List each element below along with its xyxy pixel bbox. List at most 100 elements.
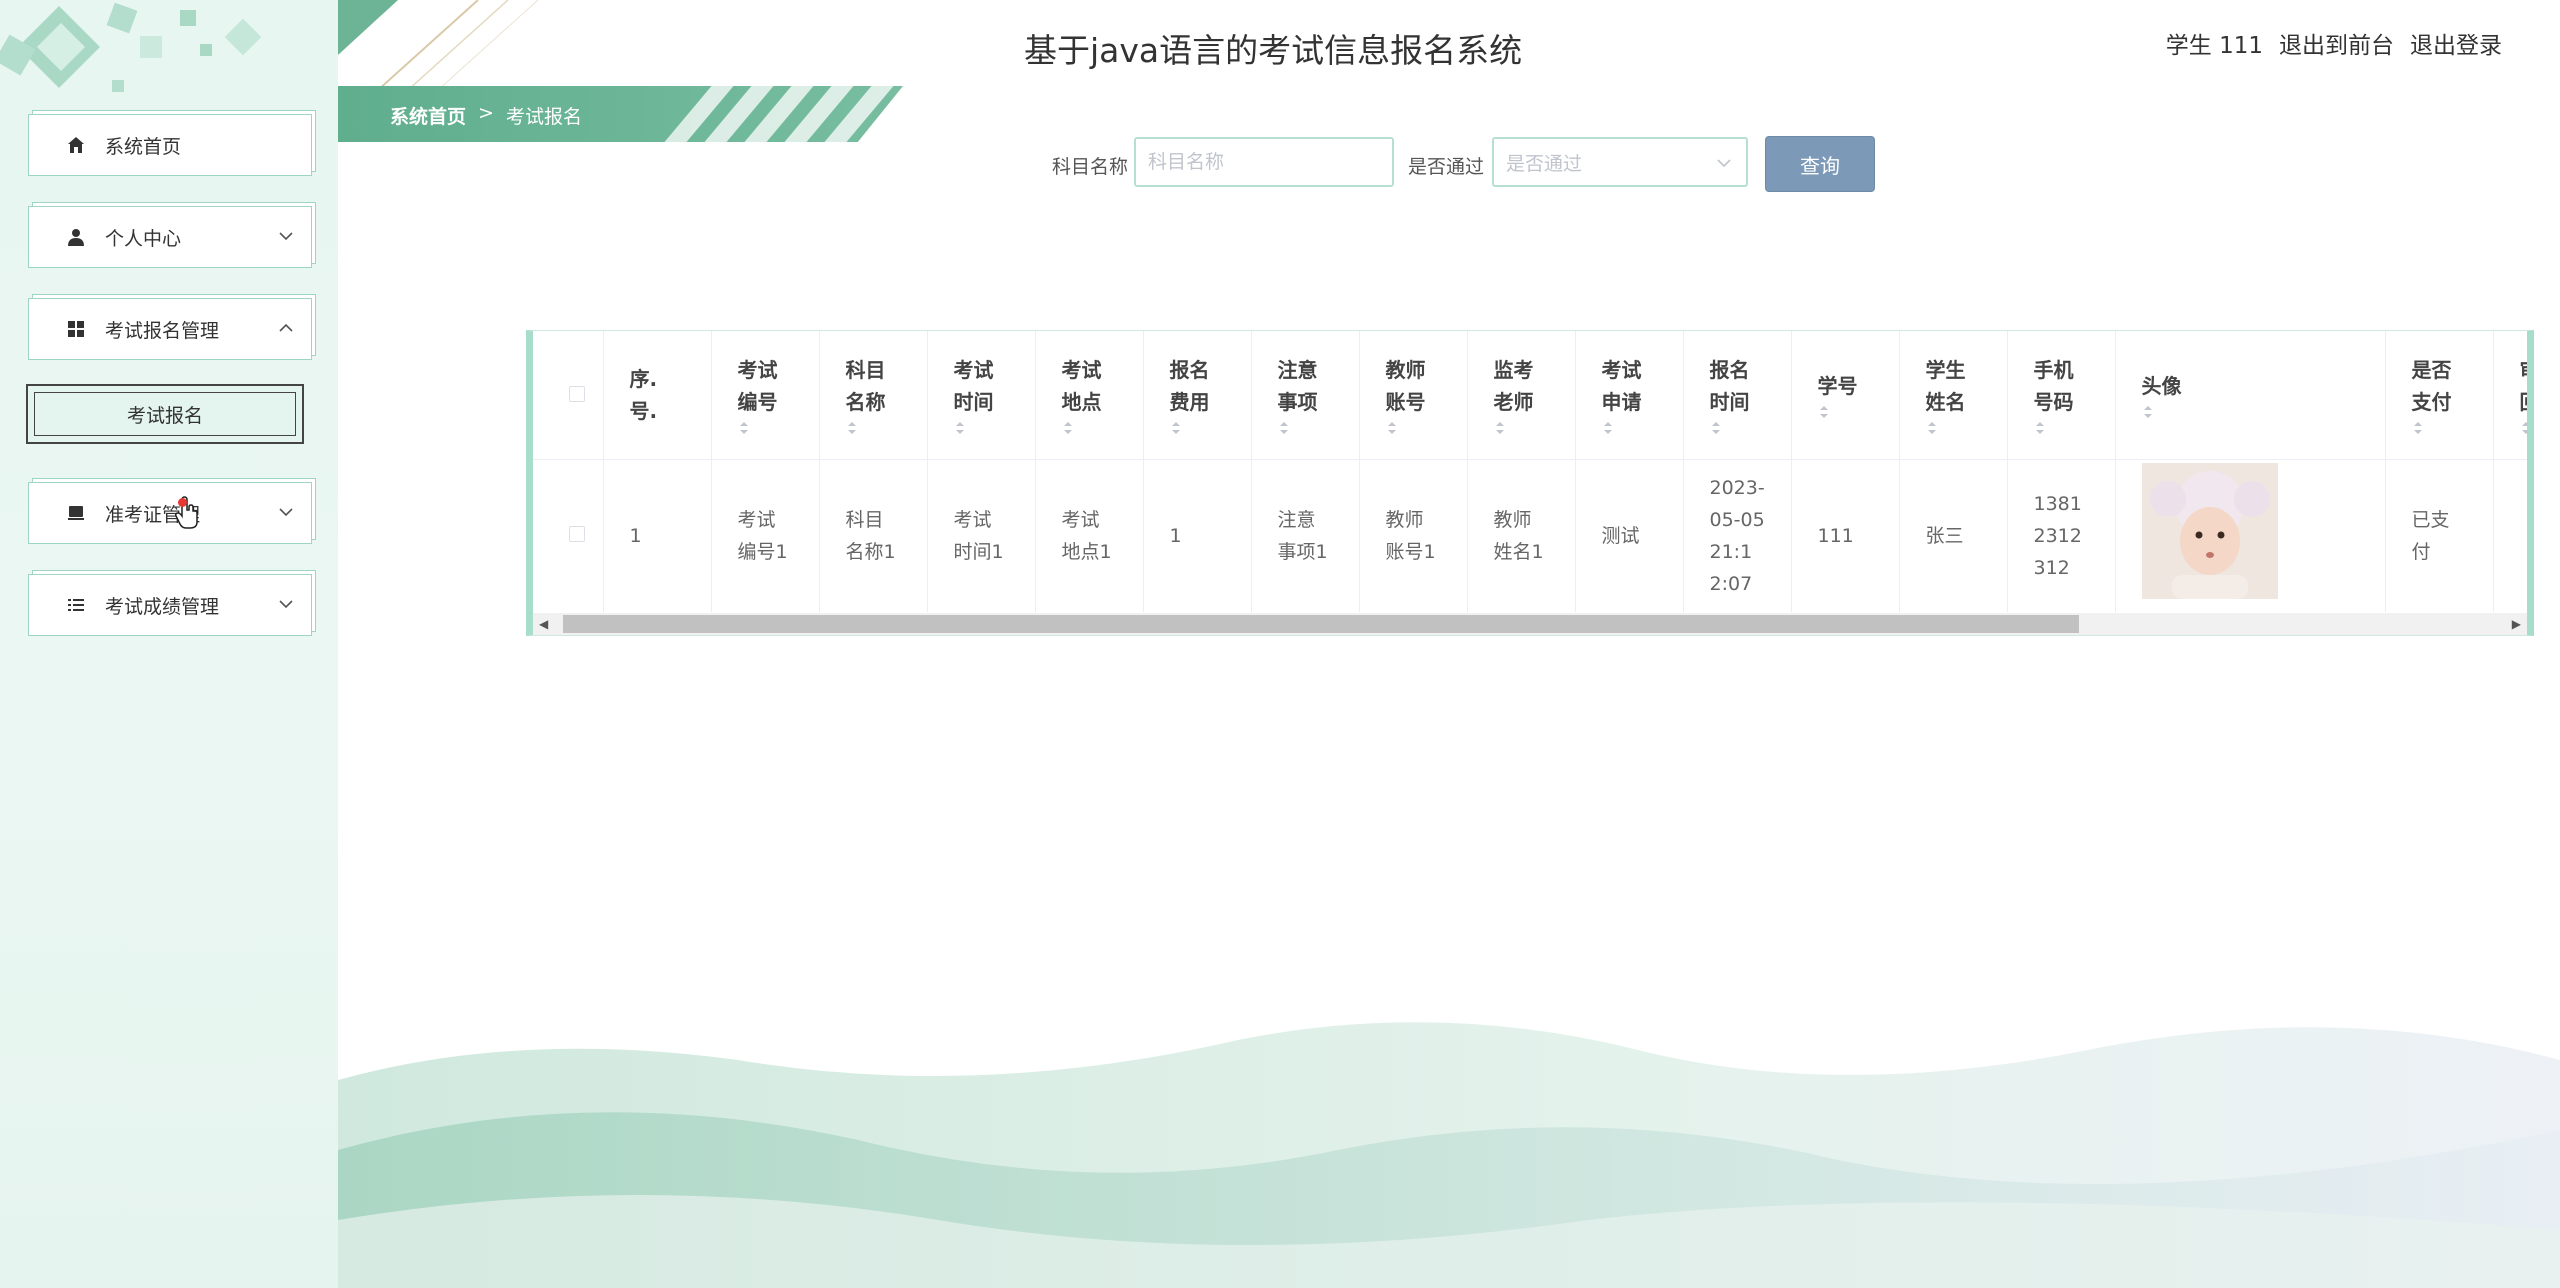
table-cell: 1 [603, 459, 712, 612]
column-header[interactable]: 头像 [2115, 331, 2386, 460]
scrollbar-thumb[interactable] [563, 615, 2079, 633]
search-button[interactable]: 查询 [1765, 136, 1875, 192]
cell-text: 05-05 [1709, 509, 1765, 531]
data-table: 序. 号. 考试 编号 科目 名称 考试 时间 考试 地点 报名 费用 注意 事项 教师 账号 监考 老师 考试 申请… [526, 330, 2534, 636]
cell-text: 测试 [1601, 525, 1640, 547]
column-header[interactable]: 学生 姓名 [1899, 331, 2008, 460]
sort-icon[interactable] [2412, 420, 2424, 436]
horizontal-scrollbar[interactable]: ◀ ▶ [533, 613, 2527, 635]
table-cell: 科目 名称1 [819, 459, 928, 612]
column-header[interactable]: 考试 地点 [1035, 331, 1144, 460]
cell-text: 已支 [2411, 509, 2450, 531]
sort-icon[interactable] [954, 420, 966, 436]
column-header-label: 报名 [1169, 358, 1210, 382]
column-header[interactable]: 考试 申请 [1575, 331, 1684, 460]
scroll-right-icon[interactable]: ▶ [2512, 617, 2521, 631]
column-header-label: 考试 [1061, 358, 1102, 382]
table-cell: 张三 [1899, 459, 2008, 612]
scroll-left-icon[interactable]: ◀ [539, 617, 548, 631]
user-area: 学生 111 退出到前台 退出登录 [2166, 26, 2502, 60]
pass-status-select[interactable]: 是否通过 [1492, 137, 1748, 187]
column-header[interactable]: 考试 编号 [711, 331, 820, 460]
cell-text: 注意 [1277, 509, 1316, 531]
table-cell: 教师 姓名1 [1467, 459, 1576, 612]
sort-icon[interactable] [2520, 420, 2532, 436]
sort-icon[interactable] [2034, 420, 2046, 436]
cell-text: 付 [2411, 541, 2431, 563]
column-header[interactable]: 监考 老师 [1467, 331, 1576, 460]
sidebar-subitem-exam-registration[interactable]: 考试报名 [26, 384, 304, 444]
column-header[interactable]: 是否 支付 [2385, 331, 2494, 460]
sort-icon[interactable] [738, 420, 750, 436]
sort-icon[interactable] [1386, 420, 1398, 436]
column-header-label: 学号 [1817, 374, 1858, 398]
sidebar-item-label: 系统首页 [105, 135, 182, 158]
cell-text: 教师 [1385, 509, 1424, 531]
sort-icon[interactable] [1602, 420, 1614, 436]
subject-name-label: 科目名称 [1052, 156, 1129, 178]
column-header[interactable]: 考试 时间 [927, 331, 1036, 460]
column-header: 序. 号. [603, 331, 712, 460]
cell-text: 2023- [1709, 477, 1765, 499]
user-icon [65, 226, 87, 248]
column-header-label: 号码 [2033, 390, 2074, 414]
column-header[interactable]: 科目 名称 [819, 331, 928, 460]
sort-icon[interactable] [1062, 420, 1074, 436]
row-checkbox[interactable] [569, 526, 585, 542]
cell-text: 编号1 [737, 541, 788, 563]
subject-name-input[interactable] [1134, 137, 1394, 187]
breadcrumb-home[interactable]: 系统首页 [390, 102, 466, 129]
table-cell: 教师 账号1 [1359, 459, 1468, 612]
breadcrumb-separator: > [478, 102, 494, 124]
table-row[interactable]: 1 考试 编号1 科目 名称1 考试 时间1 考试 地点1 1 注意 事项1 教师 账号1 教师 姓名1 测试 2… [533, 459, 2527, 612]
sort-icon[interactable] [846, 420, 858, 436]
sidebar-item-personal-center[interactable]: 个人中心 [28, 206, 312, 268]
column-header-label: 教师 [1385, 358, 1426, 382]
sort-icon[interactable] [1494, 420, 1506, 436]
sidebar-item-home[interactable]: 系统首页 [28, 114, 312, 176]
column-header-label: 地点 [1061, 390, 1102, 414]
column-header[interactable]: 注意 事项 [1251, 331, 1360, 460]
column-header[interactable]: 报名 时间 [1683, 331, 1792, 460]
column-header-label: 考试 [953, 358, 994, 382]
table-cell: 111 [1791, 459, 1900, 612]
exit-to-front-link[interactable]: 退出到前台 [2279, 26, 2394, 60]
chevron-down-icon [279, 232, 293, 241]
logout-link[interactable]: 退出登录 [2410, 26, 2502, 60]
column-header[interactable]: 学号 [1791, 331, 1900, 460]
column-header[interactable]: 教师 账号 [1359, 331, 1468, 460]
header-decoration [338, 0, 539, 90]
notification-dot [178, 498, 187, 507]
column-header-label: 时间 [953, 390, 994, 414]
sort-icon[interactable] [1818, 404, 1830, 420]
sort-icon[interactable] [1170, 420, 1182, 436]
sort-icon[interactable] [2142, 404, 2154, 420]
column-header-label: 考试 [737, 358, 778, 382]
sort-icon[interactable] [1710, 420, 1722, 436]
table-cell: 1381 2312 312 [2007, 459, 2116, 612]
table-cell: 考试地点1 [1035, 459, 1144, 612]
table-cell: 测试 [1575, 459, 1684, 612]
column-header-label: 号. [629, 399, 658, 423]
cell-text: 111 [1817, 525, 1854, 547]
column-header[interactable]: 审核回复 [2493, 331, 2532, 460]
sort-icon[interactable] [1926, 420, 1938, 436]
cell-text: 地点1 [1061, 541, 1112, 563]
sidebar-item-exam-registration-management[interactable]: 考试报名管理 [28, 298, 312, 360]
row-checkbox-cell [533, 459, 604, 612]
sort-icon[interactable] [1278, 420, 1290, 436]
cell-text: 考试 [1061, 509, 1100, 531]
sidebar-item-exam-score-management[interactable]: 考试成绩管理 [28, 574, 312, 636]
sidebar: 系统首页 个人中心 考试报名管理 考试报名 准考证管理 考试成绩管理 [0, 0, 338, 1288]
sidebar-item-label: 考试报名管理 [105, 319, 220, 342]
column-header-label: 支付 [2411, 390, 2452, 414]
sidebar-item-admission-ticket-management[interactable]: 准考证管理 [28, 482, 312, 544]
column-header-label: 姓名 [1925, 390, 1966, 414]
home-icon [65, 134, 87, 156]
select-all-checkbox[interactable] [569, 386, 585, 402]
sidebar-item-label: 考试成绩管理 [105, 595, 220, 618]
column-header[interactable]: 手机 号码 [2007, 331, 2116, 460]
table-cell: 注意事项1 [1251, 459, 1360, 612]
column-header[interactable]: 报名 费用 [1143, 331, 1252, 460]
cell-text: 事项1 [1277, 541, 1328, 563]
